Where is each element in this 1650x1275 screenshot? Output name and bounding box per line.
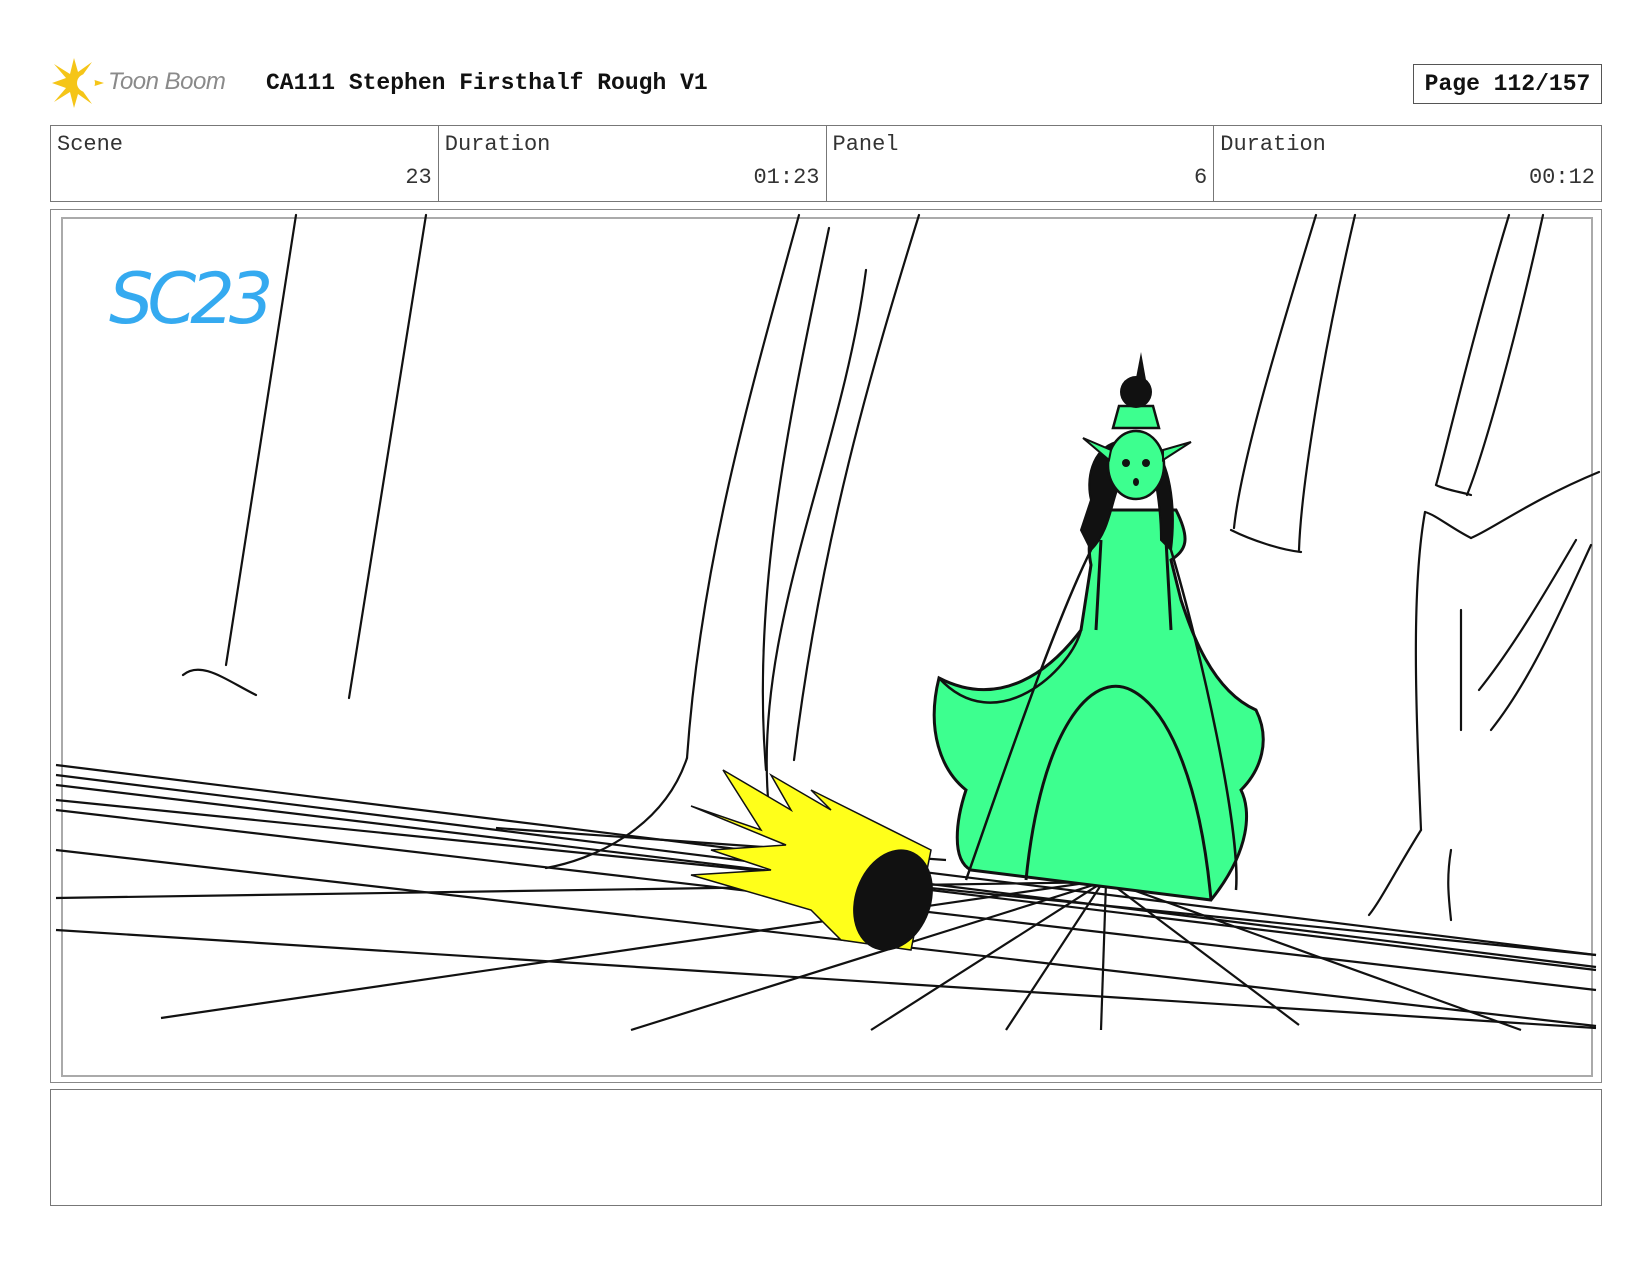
panel-duration-cell: Duration 00:12 xyxy=(1214,126,1601,201)
scene-tag: SC23 xyxy=(109,258,273,340)
panel-notes-box xyxy=(50,1089,1602,1206)
storyboard-panel: SC23 xyxy=(50,209,1602,1083)
logo-star-icon xyxy=(52,58,104,108)
scene-duration-value: 01:23 xyxy=(753,165,820,190)
scene-info-table: Scene 23 Duration 01:23 Panel 6 Duration… xyxy=(50,125,1602,202)
logo-text: Toon Boom xyxy=(108,68,226,95)
safe-frame xyxy=(61,217,1593,1077)
panel-duration-value: 00:12 xyxy=(1528,165,1595,190)
forest-trees xyxy=(181,213,1601,922)
panel-cell: Panel 6 xyxy=(827,126,1215,201)
scene-duration-cell: Duration 01:23 xyxy=(439,126,827,201)
panel-duration-label: Duration xyxy=(1220,132,1326,157)
header: Toon Boom CA111 Stephen Firsthalf Rough … xyxy=(52,58,1604,108)
panel-drawing xyxy=(55,213,1601,1077)
panel-value: 6 xyxy=(1194,165,1208,190)
toon-boom-logo: Toon Boom xyxy=(52,58,248,108)
document-title: CA111 Stephen Firsthalf Rough V1 xyxy=(266,70,708,96)
green-character xyxy=(932,352,1265,902)
page-indicator: Page 112/157 xyxy=(1413,64,1602,104)
scene-duration-label: Duration xyxy=(444,132,551,157)
panel-label: Panel xyxy=(832,132,899,157)
scene-label: Scene xyxy=(57,132,124,157)
scene-cell: Scene 23 xyxy=(51,126,439,201)
scene-value: 23 xyxy=(405,165,432,190)
